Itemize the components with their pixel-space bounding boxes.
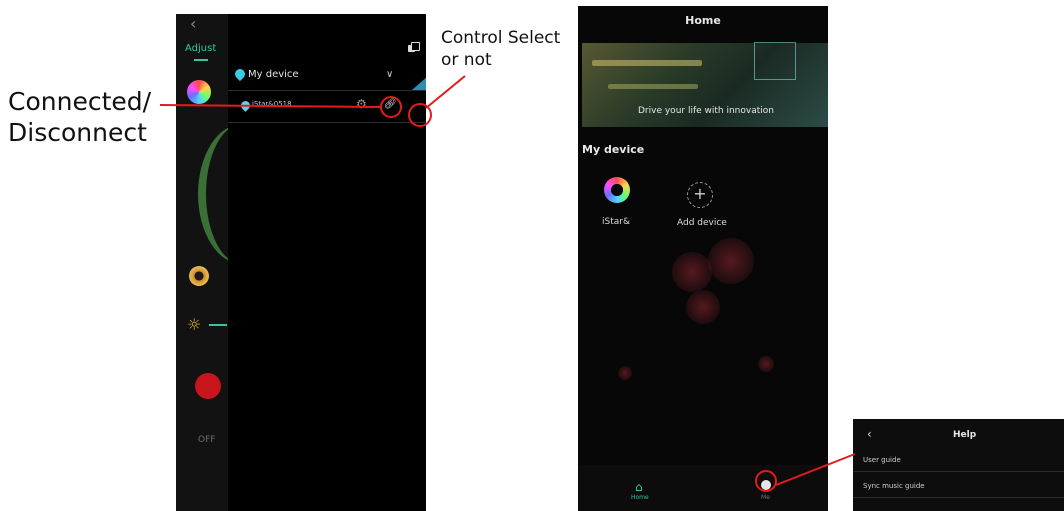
page-title: Help bbox=[953, 430, 977, 440]
rainbow-ring-icon[interactable] bbox=[604, 177, 630, 203]
highlight-circle-control bbox=[408, 103, 432, 127]
banner-light-strip bbox=[592, 60, 702, 66]
device-tile-label[interactable]: iStar& bbox=[602, 217, 630, 227]
power-state-label: OFF bbox=[198, 435, 216, 445]
device-dropdown-panel: My device ∨ iStar&0518 ⚙ 🔗︎ bbox=[228, 14, 426, 511]
control-pointer-line bbox=[425, 75, 466, 109]
connected-disconnect-annotation: Connected/ Disconnect bbox=[8, 86, 151, 148]
tab-active-indicator bbox=[194, 59, 208, 61]
background-bokeh bbox=[758, 356, 774, 372]
device-control-screen: ‹ Adjust ☼ OFF My device ∨ iStar&0518 ⚙ … bbox=[176, 14, 426, 511]
home-icon[interactable]: ⌂ bbox=[635, 480, 643, 494]
mode-ring-icon[interactable] bbox=[189, 266, 209, 286]
device-group-label: My device bbox=[248, 69, 299, 80]
background-bokeh bbox=[686, 290, 720, 324]
plus-circle-icon[interactable]: + bbox=[687, 182, 713, 208]
help-screen: ‹ Help User guide Sync music guide bbox=[853, 419, 1064, 511]
back-chevron-icon[interactable]: ‹ bbox=[190, 14, 196, 33]
tab-adjust[interactable]: Adjust bbox=[185, 43, 216, 54]
gear-icon[interactable]: ⚙ bbox=[356, 97, 367, 111]
add-device-label[interactable]: Add device bbox=[677, 218, 727, 228]
banner-light-frame bbox=[754, 42, 796, 80]
home-screen: Home Drive your life with innovation My … bbox=[578, 6, 828, 511]
back-chevron-icon[interactable]: ‹ bbox=[867, 427, 872, 441]
section-title: My device bbox=[582, 143, 645, 156]
chevron-down-icon[interactable]: ∨ bbox=[386, 69, 393, 80]
color-wheel-icon[interactable] bbox=[187, 80, 211, 104]
connected-annotation-line1: Connected/ bbox=[8, 87, 152, 116]
banner-caption: Drive your life with innovation bbox=[638, 106, 774, 116]
bottom-nav bbox=[578, 465, 828, 511]
device-name: iStar&0518 bbox=[252, 100, 292, 108]
brightness-sun-icon: ☼ bbox=[187, 315, 202, 334]
nav-home-label[interactable]: Home bbox=[631, 494, 649, 501]
background-bokeh bbox=[672, 252, 712, 292]
brightness-slider[interactable] bbox=[209, 324, 227, 326]
help-item-user-guide[interactable]: User guide bbox=[863, 456, 901, 464]
copy-icon[interactable] bbox=[408, 42, 420, 53]
nav-me-label[interactable]: Me bbox=[761, 494, 770, 501]
banner-light-strip bbox=[608, 84, 698, 89]
group-select-corner-icon[interactable] bbox=[412, 76, 426, 90]
highlight-circle-me bbox=[755, 470, 777, 492]
control-select-annotation: Control Select or not bbox=[441, 27, 560, 71]
connected-annotation-line2: Disconnect bbox=[8, 118, 147, 147]
highlight-circle-link bbox=[380, 96, 402, 118]
control-annotation-line1: Control Select bbox=[441, 28, 561, 48]
control-annotation-line2: or not bbox=[441, 50, 492, 70]
power-button[interactable] bbox=[195, 373, 221, 399]
page-title: Home bbox=[685, 14, 721, 27]
background-bokeh bbox=[618, 366, 632, 380]
background-bokeh bbox=[708, 238, 754, 284]
help-item-sync-music-guide[interactable]: Sync music guide bbox=[863, 482, 925, 490]
